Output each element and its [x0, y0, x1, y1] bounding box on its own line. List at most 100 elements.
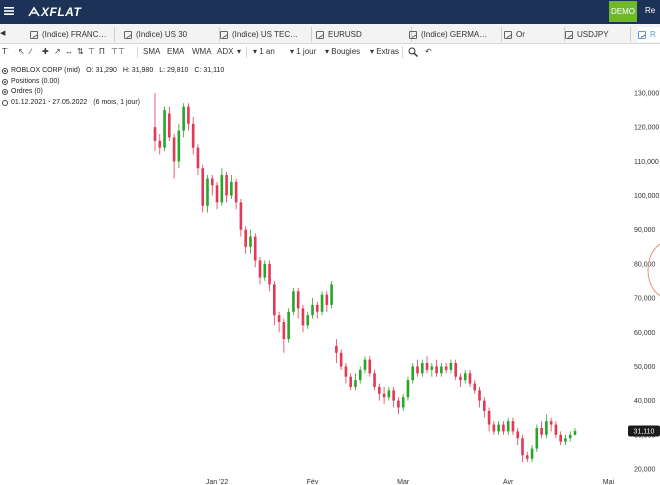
candle [210, 175, 214, 196]
candle-body [163, 110, 166, 148]
candle [249, 229, 252, 254]
hamburger-menu-icon[interactable] [3, 5, 15, 17]
candle-body [564, 438, 567, 442]
tab-germany[interactable]: (Indice) GERMA… [409, 27, 502, 42]
channel-tool-icon[interactable]: ⇅ [77, 46, 84, 58]
candle [292, 287, 295, 316]
candle [182, 103, 185, 138]
tab-us-tech[interactable]: (Indice) US TEC… [220, 27, 312, 42]
fibonacci-tool-icon[interactable]: ⊤ [88, 46, 95, 58]
indicator-ema-button[interactable]: EMA [167, 46, 184, 58]
y-tick-label: 130,000 [634, 91, 659, 98]
price-chart[interactable]: 20,00030,00040,00050,00060,00070,00080,0… [0, 60, 660, 485]
y-tick-label: 120,000 [634, 125, 659, 132]
tab-roblox[interactable]: R [638, 27, 660, 42]
extras-value: Extras [376, 47, 399, 56]
candle-body [153, 127, 157, 141]
candle [373, 369, 376, 391]
candle-body [497, 424, 500, 432]
candle-body [249, 236, 252, 247]
candle [268, 260, 271, 292]
x-axis: Jan '22 Fév Mar Avr Mai [206, 479, 615, 485]
indicator-adx-button[interactable]: ADX [217, 46, 233, 58]
pitchfork-tool-icon[interactable]: Π [99, 46, 105, 58]
candle [177, 123, 181, 169]
demo-mode-badge[interactable]: DEMO [609, 1, 637, 22]
text-tool-icon[interactable]: T˙ [2, 46, 10, 58]
tab-france[interactable]: (Indice) FRANC… [30, 27, 115, 42]
period-value: 1 an [259, 47, 275, 56]
candle [196, 144, 200, 176]
ray-tool-icon[interactable]: ↗ [54, 46, 61, 58]
brand-logo[interactable]: XFLAT [28, 4, 81, 20]
gann-tool-icon[interactable]: ⊤⊤ [111, 46, 125, 58]
candle [387, 386, 391, 401]
candle-body [177, 130, 181, 162]
candle [540, 421, 543, 439]
tabs-scroll-left-icon[interactable]: ◀ [0, 29, 5, 37]
candle [454, 359, 457, 381]
tab-us30[interactable]: (Indice) US 30 [124, 27, 220, 42]
toolbar-divider [246, 46, 247, 58]
indicator-sma-button[interactable]: SMA [143, 46, 160, 58]
candle-body [392, 390, 395, 401]
x-tick-label: Mai [603, 479, 615, 485]
candle-body [244, 229, 247, 247]
candle [191, 116, 195, 155]
candle-body [344, 366, 348, 377]
candle-body [444, 366, 448, 370]
candle-body [363, 359, 367, 370]
tab-usdjpy[interactable]: USDJPY [565, 27, 631, 42]
candle [258, 257, 262, 285]
candle-body [478, 390, 481, 401]
candle-body [239, 202, 243, 230]
candle [168, 106, 171, 141]
undo-icon[interactable]: ↶ [425, 46, 432, 58]
candle [516, 427, 520, 446]
pointer-tool-icon[interactable]: ↖ [18, 46, 25, 58]
indicator-dropdown-icon[interactable]: ▾ [237, 46, 241, 58]
candle [397, 397, 400, 415]
candle-body [535, 427, 539, 449]
candle [521, 434, 524, 463]
chart-type-select[interactable]: ▾ Bougies [325, 46, 360, 58]
candle-body [230, 181, 233, 196]
dropdown-arrow-icon: ▾ [290, 47, 295, 56]
candle-body [573, 431, 577, 435]
interval-select[interactable]: ▾ 1 jour [290, 46, 316, 58]
candle-body [210, 178, 214, 186]
extras-select[interactable]: ▾ Extras [370, 46, 399, 58]
toolbar-divider [402, 46, 403, 58]
tab-label: (Indice) US TEC… [232, 30, 299, 39]
period-select[interactable]: ▾ 1 an [253, 46, 275, 58]
last-price-marker: 31,110 [628, 425, 660, 437]
tab-gold[interactable]: Or [504, 27, 565, 42]
candle [411, 363, 415, 384]
horizontal-line-icon[interactable]: ↔ [65, 46, 73, 58]
candle-body [554, 424, 558, 435]
candle [368, 356, 372, 377]
candle [416, 359, 419, 377]
candle-body [225, 175, 228, 196]
candle-body [473, 383, 477, 391]
chart-icon [220, 30, 228, 39]
candle [296, 287, 300, 319]
candle-body [511, 421, 515, 432]
candle [349, 373, 352, 391]
top-right-label[interactable]: Re [645, 6, 655, 15]
candle [420, 359, 424, 377]
candle-body [411, 366, 415, 381]
candle [401, 393, 405, 411]
candle [306, 311, 310, 329]
tab-label: Or [516, 30, 525, 39]
y-tick-label: 100,000 [634, 193, 659, 200]
line-tool-icon[interactable]: ∕ [30, 46, 31, 58]
candle-body [387, 390, 391, 398]
indicator-wma-button[interactable]: WMA [192, 46, 212, 58]
candle [497, 421, 500, 435]
zoom-icon[interactable] [408, 46, 418, 58]
crosshair-tool-icon[interactable]: ✚ [42, 46, 49, 58]
dropdown-arrow-icon: ▾ [370, 47, 375, 56]
candle-body [540, 427, 543, 435]
tab-eurusd[interactable]: EURUSD [316, 27, 412, 42]
